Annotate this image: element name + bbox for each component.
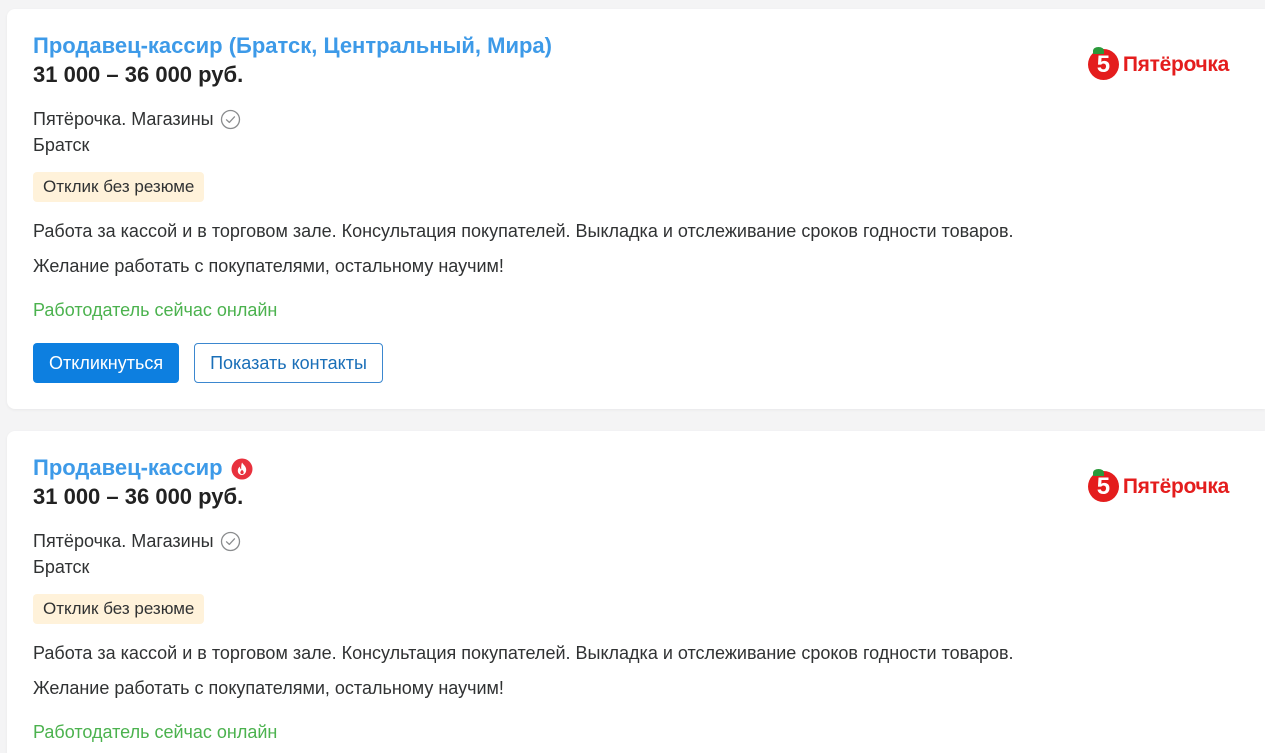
logo-text: Пятёрочка: [1122, 52, 1229, 76]
vacancy-title-link[interactable]: Продавец-кассир (Братск, Центральный, Ми…: [33, 31, 552, 61]
vacancy-city: Братск: [33, 135, 90, 155]
vacancy-salary: 31 000 – 36 000 руб.: [33, 484, 244, 509]
vacancy-actions: Откликнуться Показать контакты: [33, 343, 383, 383]
employer-online-status: Работодатель сейчас онлайн: [33, 300, 278, 320]
logo-five-icon: 5: [1087, 469, 1119, 502]
vacancy-card: Продавец-кассир (Братск, Центральный, Ми…: [7, 9, 1265, 409]
vacancy-city: Братск: [33, 557, 90, 577]
vacancy-title-link[interactable]: Продавец-кассир: [33, 453, 223, 483]
respond-button[interactable]: Откликнуться: [33, 343, 180, 383]
vacancy-list: Продавец-кассир (Братск, Центральный, Ми…: [0, 0, 1265, 753]
company-row: Пятёрочка. Магазины: [33, 107, 241, 131]
company-name-link[interactable]: Пятёрочка. Магазины: [33, 529, 214, 553]
no-resume-badge: Отклик без резюме: [33, 594, 205, 624]
logo-five-icon: 5: [1087, 47, 1119, 80]
check-circle-icon: [220, 531, 241, 552]
employer-logo[interactable]: 5 Пятёрочка: [1087, 469, 1229, 502]
fire-icon: [231, 458, 253, 480]
vacancy-description-responsibilities: Работа за кассой и в торговом зале. Конс…: [33, 221, 1014, 241]
vacancy-description-responsibilities: Работа за кассой и в торговом зале. Конс…: [33, 643, 1014, 663]
vacancy-description-requirements: Желание работать с покупателями, остальн…: [33, 256, 504, 276]
company-row: Пятёрочка. Магазины: [33, 529, 241, 553]
vacancy-title-row: Продавец-кассир: [33, 453, 253, 483]
employer-online-status: Работодатель сейчас онлайн: [33, 722, 278, 742]
no-resume-badge: Отклик без резюме: [33, 172, 205, 202]
vacancy-description-requirements: Желание работать с покупателями, остальн…: [33, 678, 504, 698]
check-circle-icon: [220, 109, 241, 130]
vacancy-card: Продавец-кассир 31 000 – 36 000 руб. Пят…: [7, 431, 1265, 753]
employer-logo[interactable]: 5 Пятёрочка: [1087, 47, 1229, 80]
vacancy-salary: 31 000 – 36 000 руб.: [33, 62, 244, 87]
show-contacts-button[interactable]: Показать контакты: [194, 343, 383, 383]
company-name-link[interactable]: Пятёрочка. Магазины: [33, 107, 214, 131]
logo-text: Пятёрочка: [1122, 474, 1229, 498]
vacancy-title-row: Продавец-кассир (Братск, Центральный, Ми…: [33, 31, 552, 61]
